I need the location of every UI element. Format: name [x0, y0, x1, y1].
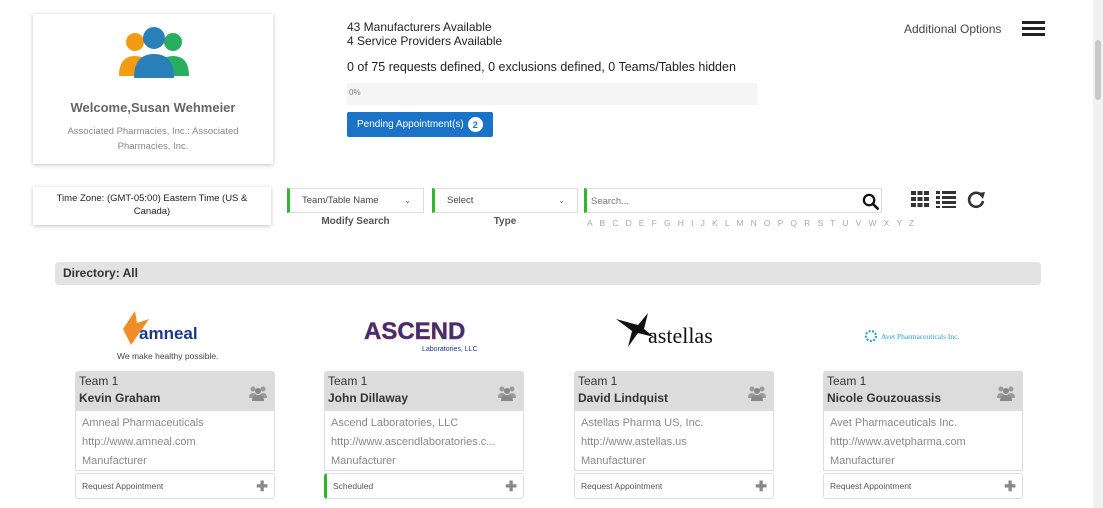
astellas-logo-text: astellas — [648, 323, 713, 348]
search-box — [584, 188, 882, 213]
company-url[interactable]: http://www.ascendlaboratories.c... — [331, 433, 517, 452]
card-details: Astellas Pharma US, Inc. http://www.aste… — [574, 411, 774, 471]
action-label: Request Appointment — [581, 481, 663, 491]
card-details: Avet Pharmaceuticals Inc. http://www.ave… — [823, 411, 1023, 471]
astellas-logo: astellas — [608, 299, 738, 365]
type-caption: Type — [493, 216, 517, 227]
contact-name[interactable]: John Dillaway — [328, 389, 520, 407]
list-view-icon[interactable] — [935, 189, 957, 209]
modify-search-caption: Modify Search — [321, 216, 390, 227]
search-input[interactable] — [591, 193, 841, 209]
people-icon[interactable] — [497, 385, 517, 401]
card-header: Team 1 David Lindquist — [574, 371, 774, 411]
team-label: Team 1 — [328, 374, 368, 388]
contact-name[interactable]: Nicole Gouzouassis — [827, 389, 1019, 407]
team-label: Team 1 — [79, 374, 119, 388]
amneal-logo-text: amneal — [139, 324, 198, 343]
requests-summary: 0 of 75 requests defined, 0 exclusions d… — [347, 60, 736, 74]
additional-options-link[interactable]: Additional Options — [904, 22, 1001, 36]
avet-logo-text: Avet Pharmaceuticals Inc. — [881, 332, 959, 341]
plus-icon: ✚ — [1004, 477, 1016, 494]
plus-icon: ✚ — [256, 477, 268, 494]
avet-logo: Avet Pharmaceuticals Inc. — [857, 299, 987, 365]
card-header: Team 1 John Dillaway — [324, 371, 524, 411]
company-name: Astellas Pharma US, Inc. — [581, 417, 704, 429]
card-details: Amneal Pharmaceuticals http://www.amneal… — [75, 411, 275, 471]
company-kind: Manufacturer — [331, 455, 396, 467]
pending-appointments-label: Pending Appointment(s) — [357, 119, 464, 130]
company-url[interactable]: http://www.astellas.us — [581, 433, 767, 452]
search-by-value: Team/Table Name — [302, 195, 379, 206]
action-label: Request Appointment — [830, 481, 912, 491]
amneal-logo: amneal We make healthy possible. — [109, 299, 239, 365]
company-url[interactable]: http://www.avetpharma.com — [830, 433, 1016, 452]
contact-name[interactable]: David Lindquist — [578, 389, 770, 407]
scheduled-status-button[interactable]: Scheduled ✚ — [324, 473, 524, 499]
search-by-select[interactable]: Team/Table Name ⌄ — [287, 188, 424, 213]
action-label: Scheduled — [333, 481, 374, 491]
progress-bar: 0% — [347, 83, 757, 105]
users-avatar-icon — [119, 27, 189, 78]
contact-name[interactable]: Kevin Graham — [79, 389, 271, 407]
type-select[interactable]: Select ⌄ — [432, 188, 578, 213]
request-appointment-button[interactable]: Request Appointment ✚ — [574, 473, 774, 499]
ascend-logo-sub: Laboratories, LLC — [422, 346, 478, 353]
timezone-selector[interactable]: Time Zone: (GMT-05:00) Eastern Time (US … — [33, 187, 271, 225]
welcome-text: Welcome,Susan Wehmeier — [70, 100, 236, 115]
organization-text: Associated Pharmacies, Inc.: Associated … — [67, 126, 239, 152]
company-url[interactable]: http://www.amneal.com — [82, 433, 268, 452]
people-icon[interactable] — [248, 385, 268, 401]
alphabet-filter[interactable]: A B C D E F G H I J K L M N O P Q R S T … — [587, 218, 917, 228]
company-kind: Manufacturer — [581, 455, 646, 467]
amneal-tagline: We make healthy possible. — [117, 351, 218, 361]
profile-card: Welcome,Susan Wehmeier Associated Pharma… — [33, 14, 273, 164]
directory-header: Directory: All — [55, 262, 1041, 285]
page-scrollbar[interactable] — [1093, 0, 1103, 508]
pending-count-badge: 2 — [467, 117, 483, 132]
chevron-down-icon: ⌄ — [404, 196, 411, 205]
providers-count: 4 Service Providers Available — [347, 34, 503, 48]
pending-appointments-button[interactable]: Pending Appointment(s) 2 — [347, 112, 493, 137]
request-appointment-button[interactable]: Request Appointment ✚ — [75, 473, 275, 499]
search-icon[interactable] — [862, 193, 879, 210]
company-name: Avet Pharmaceuticals Inc. — [830, 417, 957, 429]
progress-label: 0% — [349, 88, 361, 97]
company-kind: Manufacturer — [82, 455, 147, 467]
company-name: Ascend Laboratories, LLC — [331, 417, 459, 429]
plus-icon: ✚ — [505, 477, 517, 494]
grid-view-icon[interactable] — [910, 189, 930, 209]
scroll-thumb[interactable] — [1095, 40, 1101, 100]
people-icon[interactable] — [747, 385, 767, 401]
team-label: Team 1 — [578, 374, 618, 388]
chevron-down-icon: ⌄ — [558, 196, 565, 205]
card-header: Team 1 Kevin Graham — [75, 371, 275, 411]
request-appointment-button[interactable]: Request Appointment ✚ — [823, 473, 1023, 499]
action-label: Request Appointment — [82, 481, 164, 491]
team-label: Team 1 — [827, 374, 867, 388]
company-name: Amneal Pharmaceuticals — [82, 417, 204, 429]
manufacturers-count: 43 Manufacturers Available — [347, 20, 492, 34]
company-kind: Manufacturer — [830, 455, 895, 467]
people-icon[interactable] — [996, 385, 1016, 401]
plus-icon: ✚ — [755, 477, 767, 494]
ascend-logo: ASCEND Laboratories, LLC — [358, 299, 488, 365]
card-details: Ascend Laboratories, LLC http://www.asce… — [324, 411, 524, 471]
hamburger-menu-icon[interactable] — [1022, 21, 1045, 37]
availability-summary: 43 Manufacturers Available 4 Service Pro… — [347, 20, 502, 48]
card-header: Team 1 Nicole Gouzouassis — [823, 371, 1023, 411]
ascend-logo-text: ASCEND — [364, 318, 465, 345]
type-value: Select — [447, 195, 474, 206]
refresh-icon[interactable] — [966, 189, 986, 209]
